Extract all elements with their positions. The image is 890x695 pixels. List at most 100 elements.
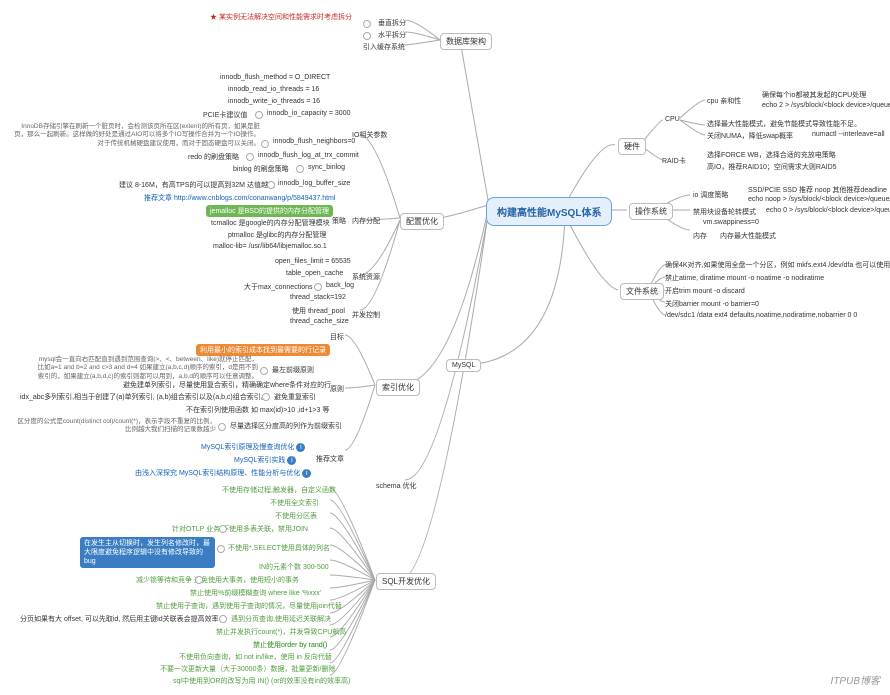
leaf: 关闭NUMA，降低swap概率 <box>707 131 793 141</box>
io-note: InnoDB存储引擎在刷新一个脏页时，会检测该页所在区(extent)的所有页，… <box>10 123 260 148</box>
leaf-link[interactable]: MySQL索引原理及慢查询优化i <box>201 442 305 452</box>
idx-rec[interactable]: 推荐文章 <box>316 454 344 464</box>
leaf: tcmalloc 是google的内存分配管理模块 <box>211 218 330 228</box>
leaf: malloc-lib= /usr/lib64/libjemalloc.so.1 <box>213 243 327 250</box>
leaf: 不使用全文索引 <box>270 498 319 508</box>
leaf: 禁止并发执行count(*)，并发导致CPU飙高 <box>216 627 346 637</box>
root-node[interactable]: 构建高性能MySQL体系 <box>486 197 612 226</box>
idx-note-2: 区分度的公式是count(distinct col)/count(*)，表示字段… <box>16 418 216 435</box>
sys-tip: 大于max_connections <box>244 282 312 292</box>
branch-schema[interactable]: schema 优化 <box>376 481 416 491</box>
leaf: redo 的刷盘策略 <box>188 152 239 162</box>
leaf-link[interactable]: 推荐文章 http://www.cnblogs.com/conanwang/p/… <box>144 193 335 203</box>
leaf: 禁止atime, diratime mount -o noatime -o no… <box>665 273 824 283</box>
leaf: 最左前缀原则 <box>272 365 314 375</box>
mem-tip: 建议 8-16M，有高TPS的可以提高到32M 达值越大 <box>119 180 275 190</box>
leaf: innodb_flush_method = O_DIRECT <box>220 74 330 81</box>
leaf-link[interactable]: MySQL索引实践i <box>234 455 296 465</box>
leaf: 不使用存储过程,触发器，自定义函数 <box>222 485 336 495</box>
branch-idx[interactable]: 索引优化 <box>376 379 420 396</box>
node-policy[interactable]: 策略 <box>332 216 346 226</box>
leaf: echo 0 > /sys/block/<block device>/queue… <box>766 207 890 214</box>
leaf: 高IO，推荐RAID10；空间需求大则RAID5 <box>707 162 837 172</box>
leaf: open_files_limit = 65535 <box>275 258 351 265</box>
branch-mysql[interactable]: MySQL <box>446 359 481 372</box>
leaf: 减少锁等待和竞争 避免使用大事务，使用短小的事务 <box>136 575 299 585</box>
leaf: echo 2 > /sys/block/<block device>/queue… <box>762 102 890 109</box>
pill-jemalloc: jemalloc 是BSD的提供的内存分配管理 <box>206 205 333 217</box>
sql-pg: 分页如果有大 offset, 可以先取id, 然后用主键id关联表会提高效率 <box>20 614 219 624</box>
sql-note-box: 在发生主从切换时，发生列名修改时，最大限度避免程序逻辑中没有修改导致的bug <box>80 537 215 568</box>
info-icon: i <box>287 456 296 465</box>
leaf: idx_abc多列索引,相当于创建了(a)单列索引, (a,b)组合索引以及(a… <box>20 392 268 402</box>
leaf: 避免重复索引 <box>274 392 316 402</box>
node-cpu[interactable]: CPU <box>665 116 680 123</box>
leaf: 确保4K对齐,如果使用全盘一个分区，例如 mkfs.ext4 /dev/dfa … <box>665 260 890 270</box>
leaf: ptmalloc 是glibc的内存分配管理 <box>228 230 326 240</box>
leaf: innodb_flush_log_at_trx_commit <box>258 152 359 159</box>
leaf: 遇到分页查询,使用延迟关联解决 <box>231 614 331 624</box>
leaf: 引入缓存系统 <box>363 42 405 52</box>
idx-note-1: mysql会一直向右匹配直到遇到范围查询(>、<、between、like)就停… <box>36 356 258 381</box>
leaf: 开启trim mount -o discard <box>665 286 745 296</box>
leaf: 不使用负向查询，如 not in/like，使用 in 反向代替 <box>179 652 332 662</box>
leaf: IN的元素个数 300-500 <box>259 562 329 572</box>
leaf: echo noop > /sys/block/<block device>/qu… <box>748 196 890 203</box>
branch-sql[interactable]: SQL开发优化 <box>376 573 436 590</box>
info-icon: i <box>296 443 305 452</box>
leaf: 不要一次更新大量（大于30000条）数据，批量更新/删除 <box>160 664 335 674</box>
leaf: 关闭barrier mount -o barrier=0 <box>665 299 759 309</box>
node-sys[interactable]: 系统资源 <box>352 272 380 282</box>
node-mem[interactable]: 内存分配 <box>352 216 380 226</box>
leaf: 内存最大性能模式 <box>720 231 776 241</box>
info-icon: i <box>302 469 311 478</box>
leaf-link[interactable]: 由浅入深探究 MySQL索引结构原理、性能分析与优化i <box>135 468 311 478</box>
leaf: thread_stack=192 <box>290 294 346 301</box>
branch-arch[interactable]: 数据库架构 <box>440 33 492 50</box>
idx-goal[interactable]: 目标 <box>330 332 344 342</box>
leaf: 内存 <box>693 231 707 241</box>
leaf: sql中使用到OR的改写为用 IN() (or的效率没有in的效率高) <box>173 676 350 686</box>
leaf: sync_binlog <box>308 164 345 171</box>
leaf: 针对OTLP 业务 不使用多表关联，禁用JOIN <box>172 524 308 534</box>
leaf: thread_cache_size <box>290 318 349 325</box>
leaf: table_open_cache <box>286 270 343 277</box>
node-conc[interactable]: 并发控制 <box>352 310 380 320</box>
leaf: vm.swappiness=0 <box>703 219 759 226</box>
node-cpu-aff: cpu 亲和性 <box>707 96 741 106</box>
leaf: PCIE卡建议值 <box>203 110 247 120</box>
leaf: 禁用块设备轮转模式 <box>693 207 756 217</box>
branch-cfg[interactable]: 配置优化 <box>400 213 444 230</box>
leaf: 禁止使用子查询，遇到使用子查询的情况，尽量使用join代替 <box>156 601 342 611</box>
branch-hardware[interactable]: 硬件 <box>618 138 646 155</box>
leaf: innodb_log_buffer_size <box>278 180 350 187</box>
leaf: back_log <box>326 282 354 289</box>
leaf: /dev/sdc1 /data ext4 defaults,noatime,no… <box>665 312 857 319</box>
leaf: innodb_io_capacity = 3000 <box>267 110 350 117</box>
leaf: SSD/PCIE SSD 推荐 noop 其他推荐deadline <box>748 185 887 195</box>
leaf: 禁止使用order by rand() <box>253 640 327 650</box>
branch-fs[interactable]: 文件系统 <box>620 283 664 300</box>
node-io-sched[interactable]: io 调度策略 <box>693 190 728 200</box>
leaf: 垂直拆分 <box>378 18 406 28</box>
leaf: 选择FORCE WB，选择合适的充放电策略 <box>707 150 836 160</box>
arch-star: ★ 某实例无法解决空间和性能需求时考虑拆分 <box>210 12 352 22</box>
node-raid[interactable]: RAID卡 <box>662 156 686 166</box>
node-io[interactable]: IO相关参数 <box>352 130 387 140</box>
leaf: 禁止使用%前缀模糊查询 where like '%xxx' <box>190 588 321 598</box>
leaf: 不使用*,SELECT使用具体的列名 <box>228 543 330 553</box>
leaf: 不使用分区表 <box>275 511 317 521</box>
leaf: 不在索引列使用函数 如 max(id)>10 ,id+1>3 等 <box>186 405 329 415</box>
leaf: 使用 thread_pool <box>292 306 345 316</box>
leaf: 避免建单列索引，尽量使用复合索引，精确确定where条件对应的行 <box>123 380 331 390</box>
leaf: numactl --interleave=all <box>812 131 885 138</box>
leaf: innodb_write_io_threads = 16 <box>228 98 320 105</box>
leaf: binlog 的刷盘策略 <box>233 164 289 174</box>
leaf: 确保每个io都被其发起的CPU处理 <box>762 90 866 100</box>
leaf: 尽量选择区分度高的列作为前缀索引 <box>230 421 342 431</box>
leaf: 选择最大性能模式，避免节能模式导致性能不足。 <box>707 119 861 129</box>
idx-principle[interactable]: 原则 <box>330 384 344 394</box>
idx-goal-pill: 利用最小的索引成本找到最需要的行记录 <box>196 344 330 356</box>
branch-os[interactable]: 操作系统 <box>629 203 673 220</box>
leaf: innodb_read_io_threads = 16 <box>228 86 319 93</box>
